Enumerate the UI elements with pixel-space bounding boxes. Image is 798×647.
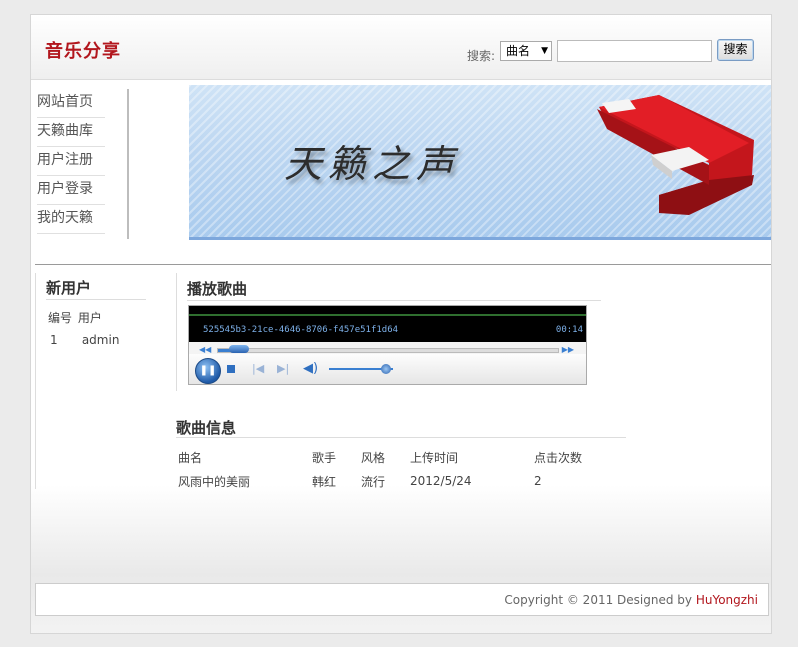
- media-player: 525545b3-21ce-4646-8706-f457e51f1d64 00:…: [188, 305, 587, 385]
- col-upload-time: 上传时间: [410, 450, 459, 465]
- fast-forward-icon[interactable]: ▶▶: [562, 345, 574, 354]
- song-name: 风雨中的美丽: [178, 474, 251, 489]
- table-header-row: 曲名 歌手 风格 上传时间 点击次数: [178, 445, 614, 469]
- nav-item-library[interactable]: 天籁曲库: [37, 118, 105, 147]
- song-info-table: 曲名 歌手 风格 上传时间 点击次数 风雨中的美丽 韩红 流行 2012/5/2…: [178, 445, 614, 493]
- track-time: 00:14: [555, 325, 583, 335]
- nav-item-login[interactable]: 用户登录: [37, 176, 105, 205]
- col-style: 风格: [361, 450, 386, 465]
- rewind-icon[interactable]: ◀◀: [199, 345, 211, 354]
- seek-handle[interactable]: [229, 345, 249, 353]
- song-info-title: 歌曲信息: [176, 417, 626, 438]
- search-type-select[interactable]: 曲名 ▼: [500, 41, 552, 61]
- next-track-icon[interactable]: ▶|: [277, 362, 289, 375]
- user-id: 1: [50, 333, 58, 347]
- search-type-value: 曲名: [506, 44, 531, 58]
- volume-icon[interactable]: ◀): [303, 361, 318, 376]
- col-song-name: 曲名: [178, 450, 203, 465]
- song-info-panel: 歌曲信息 曲名 歌手 风格 上传时间 点击次数 风雨中的美丽 韩红 流行 201…: [176, 413, 626, 493]
- song-style: 流行: [361, 474, 386, 489]
- section-divider: [35, 264, 771, 265]
- nav-item-my-account[interactable]: 我的天籁: [37, 205, 105, 234]
- sofa-illustration: [597, 95, 754, 215]
- pause-icon[interactable]: ❚❚: [195, 358, 221, 384]
- song-clicks: 2: [534, 474, 542, 488]
- stop-icon[interactable]: [227, 365, 235, 373]
- chevron-down-icon: ▼: [541, 46, 548, 56]
- header: 音乐分享 搜索: 曲名 ▼ 搜索: [31, 15, 771, 80]
- new-users-title: 新用户: [46, 277, 146, 300]
- main-nav: 网站首页 天籁曲库 用户注册 用户登录 我的天籁: [35, 89, 129, 239]
- footer: Copyright © 2011 Designed by HuYongzhi: [35, 583, 769, 616]
- users-table-header: 编号 用户: [48, 309, 102, 326]
- song-upload-time: 2012/5/24: [410, 474, 472, 488]
- banner-image: 天籁之声: [189, 85, 771, 240]
- users-col-id: 编号: [48, 311, 73, 325]
- site-logo[interactable]: 音乐分享: [45, 37, 121, 63]
- col-clicks: 点击次数: [534, 450, 583, 465]
- search-button[interactable]: 搜索: [717, 39, 754, 61]
- search-input[interactable]: [557, 40, 712, 62]
- col-singer: 歌手: [312, 450, 337, 465]
- search-label: 搜索:: [467, 49, 496, 63]
- play-song-panel: 播放歌曲 525545b3-21ce-4646-8706-f457e51f1d6…: [176, 273, 637, 391]
- track-id: 525545b3-21ce-4646-8706-f457e51f1d64: [203, 325, 399, 335]
- nav-item-home[interactable]: 网站首页: [37, 89, 105, 118]
- waveform: [189, 314, 586, 316]
- table-row: 风雨中的美丽 韩红 流行 2012/5/24 2: [178, 469, 614, 493]
- page-container: 音乐分享 搜索: 曲名 ▼ 搜索 网站首页 天籁曲库 用户注册 用户登录 我的天…: [30, 14, 772, 634]
- seek-bar[interactable]: [217, 348, 559, 353]
- footer-author-link[interactable]: HuYongzhi: [696, 593, 758, 607]
- users-col-user: 用户: [77, 311, 102, 325]
- previous-track-icon[interactable]: |◀: [252, 362, 264, 375]
- player-screen: 525545b3-21ce-4646-8706-f457e51f1d64 00:…: [189, 306, 586, 342]
- new-users-panel: 新用户 编号 用户 1 admin: [35, 273, 174, 489]
- footer-copyright: Copyright © 2011 Designed by: [504, 593, 696, 607]
- nav-item-register[interactable]: 用户注册: [37, 147, 105, 176]
- song-singer: 韩红: [312, 474, 337, 489]
- table-row: 1 admin: [50, 333, 119, 347]
- user-name[interactable]: admin: [82, 333, 120, 347]
- play-song-title: 播放歌曲: [187, 278, 601, 301]
- volume-handle[interactable]: [381, 364, 391, 374]
